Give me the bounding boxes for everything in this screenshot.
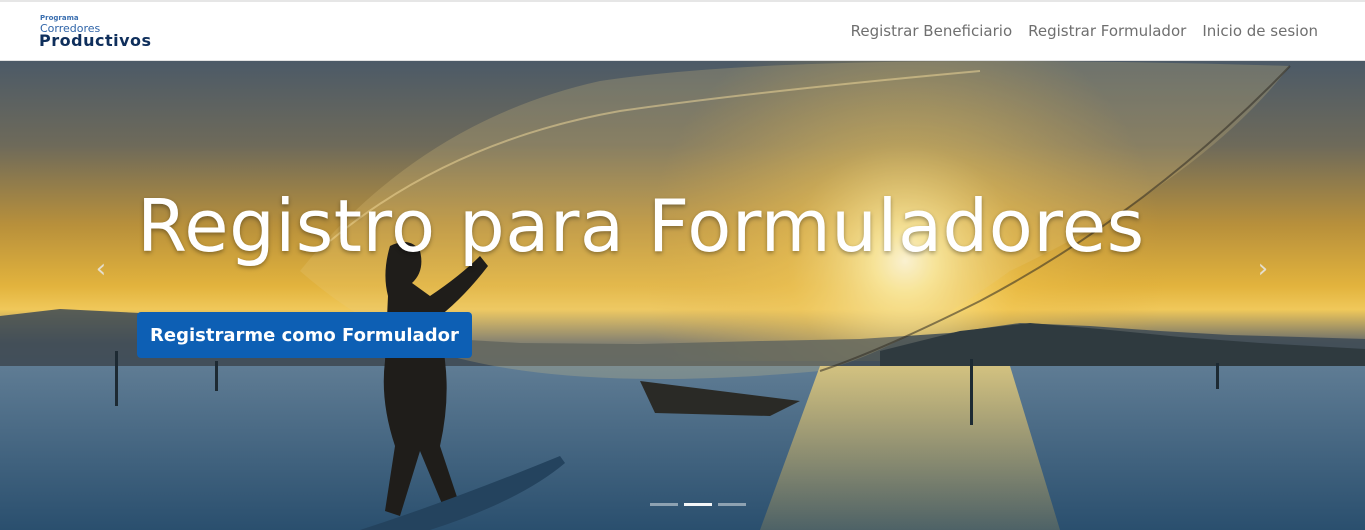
main-nav: Registrar Beneficiario Registrar Formula… bbox=[851, 22, 1318, 40]
nav-registrar-formulador[interactable]: Registrar Formulador bbox=[1028, 22, 1186, 40]
nav-registrar-beneficiario[interactable]: Registrar Beneficiario bbox=[851, 22, 1012, 40]
hero-title: Registro para Formuladores bbox=[137, 184, 1145, 268]
hero-background-image bbox=[0, 61, 1365, 530]
navbar: Programa Corredores Productivos Registra… bbox=[0, 2, 1365, 61]
carousel-indicator[interactable] bbox=[718, 503, 746, 506]
logo-line-programa: Programa bbox=[40, 14, 79, 22]
brand-logo[interactable]: Programa Corredores Productivos bbox=[39, 14, 179, 54]
logo-line-productivos: Productivos bbox=[39, 31, 152, 50]
chevron-right-icon: › bbox=[1257, 254, 1269, 284]
chevron-left-icon: ‹ bbox=[95, 254, 107, 284]
carousel-next-button[interactable]: › bbox=[1251, 254, 1275, 284]
register-formulador-button[interactable]: Registrarme como Formulador bbox=[137, 312, 472, 358]
carousel-indicators bbox=[650, 503, 746, 506]
hero-carousel: Registro para Formuladores Registrarme c… bbox=[0, 61, 1365, 530]
carousel-prev-button[interactable]: ‹ bbox=[89, 254, 113, 284]
carousel-indicator-active[interactable] bbox=[684, 503, 712, 506]
carousel-indicator[interactable] bbox=[650, 503, 678, 506]
nav-inicio-de-sesion[interactable]: Inicio de sesion bbox=[1202, 22, 1318, 40]
